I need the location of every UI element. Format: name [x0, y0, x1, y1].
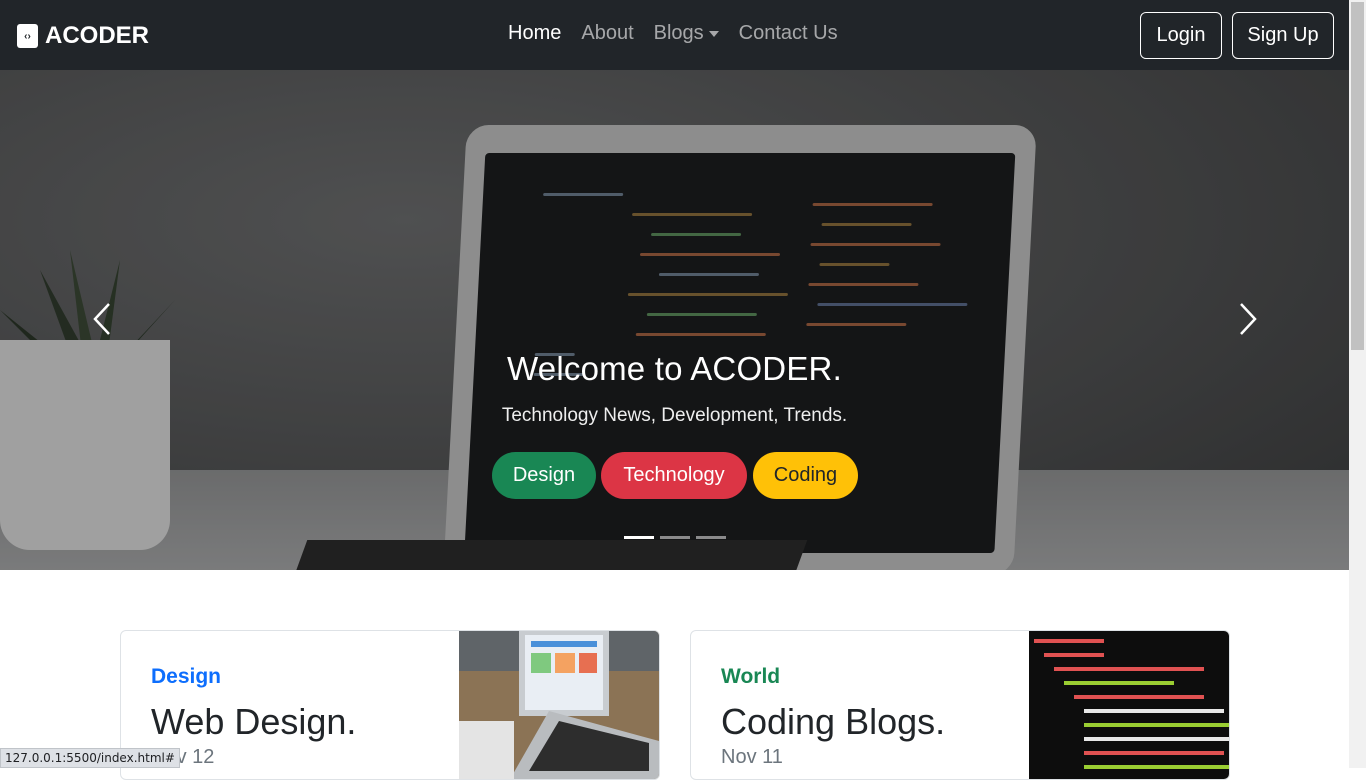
chevron-right-icon[interactable] — [1238, 302, 1258, 336]
signup-button[interactable]: Sign Up — [1232, 12, 1334, 59]
card-title: Coding Blogs. — [721, 701, 946, 742]
hero-buttons: Design Technology Coding — [492, 452, 858, 499]
brand[interactable]: ‹› ACODER — [17, 22, 149, 50]
nav-links: Home About Blogs Contact Us — [508, 22, 838, 45]
chevron-left-icon[interactable] — [92, 302, 112, 336]
coding-button[interactable]: Coding — [753, 452, 858, 499]
code-icon: ‹› — [17, 24, 38, 48]
nav-home[interactable]: Home — [508, 22, 561, 45]
blog-card-world[interactable]: World Coding Blogs. Nov 11 — [690, 630, 1230, 780]
blog-card-design[interactable]: Design Web Design. Nov 12 — [120, 630, 660, 780]
navbar: ‹› ACODER Home About Blogs Contact Us Lo… — [0, 0, 1349, 70]
card-category: Design — [151, 665, 222, 688]
login-button[interactable]: Login — [1140, 12, 1222, 59]
scrollbar-thumb[interactable] — [1351, 2, 1364, 350]
hero-caption: Welcome to ACODER. Technology News, Deve… — [0, 350, 1349, 427]
nav-blogs-dropdown[interactable]: Blogs — [654, 22, 719, 45]
card-image — [459, 631, 659, 779]
nav-about[interactable]: About — [581, 22, 633, 45]
carousel-indicator-1[interactable] — [624, 536, 654, 539]
technology-button[interactable]: Technology — [601, 452, 747, 499]
card-image — [1029, 631, 1229, 779]
design-button[interactable]: Design — [492, 452, 596, 499]
carousel-indicator-2[interactable] — [660, 536, 690, 539]
brand-name: ACODER — [45, 22, 150, 49]
browser-status-bar: 127.0.0.1:5500/index.html# — [0, 748, 180, 768]
hero-carousel: Welcome to ACODER. Technology News, Deve… — [0, 70, 1349, 570]
carousel-indicator-3[interactable] — [696, 536, 726, 539]
hero-subtitle: Technology News, Development, Trends. — [501, 405, 848, 426]
card-date: Nov 11 — [721, 746, 783, 768]
nav-blogs-label: Blogs — [653, 22, 704, 44]
card-category: World — [721, 665, 781, 688]
card-title: Web Design. — [151, 701, 357, 742]
nav-contact[interactable]: Contact Us — [739, 22, 838, 45]
hero-title: Welcome to ACODER. — [507, 350, 842, 387]
page-scrollbar[interactable] — [1349, 0, 1366, 768]
chevron-down-icon — [708, 30, 719, 37]
carousel-indicators — [624, 536, 726, 539]
